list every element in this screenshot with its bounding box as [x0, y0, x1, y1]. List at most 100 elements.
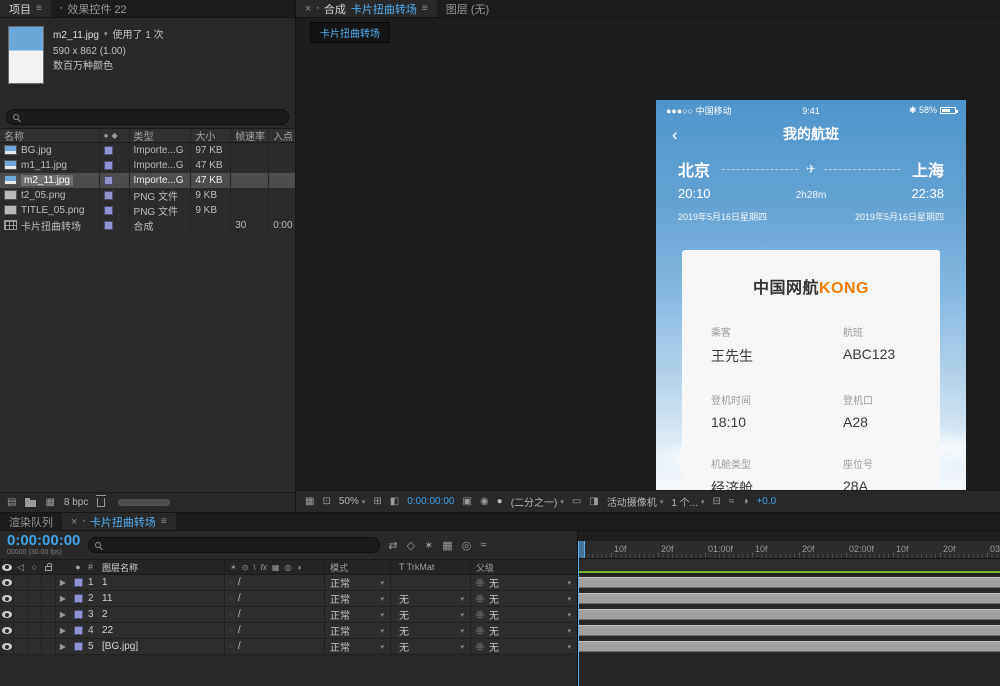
time-ruler[interactable]: 10f20f01:00f10f20f02:00f10f20f03:0 — [578, 541, 1000, 559]
layer-row[interactable]: ▶ 3 2 ▫/ 正常▾ 无▾ ◎ 无▾ — [0, 607, 577, 623]
label-color-swatch[interactable] — [104, 146, 113, 155]
new-composition-icon[interactable]: ▦ — [45, 497, 54, 508]
eye-toggle[interactable] — [0, 575, 14, 590]
blend-mode-select[interactable]: 正常▾ — [324, 591, 390, 606]
label-color-swatch[interactable] — [104, 176, 113, 185]
layer-duration-bar[interactable] — [578, 593, 1000, 604]
col-trkmat[interactable]: T TrkMat — [390, 560, 470, 574]
tab-composition[interactable]: × ▪ 合成 卡片扭曲转场 ≡ — [296, 0, 437, 17]
pixel-aspect-icon[interactable]: ⊟ — [713, 496, 721, 507]
solo-toggle[interactable] — [28, 575, 42, 590]
layer-track[interactable] — [578, 639, 1000, 655]
quality-switch[interactable]: / — [238, 593, 241, 604]
exposure-icon[interactable]: ◑ — [742, 496, 748, 507]
blend-mode-select[interactable]: 正常▾ — [324, 575, 390, 590]
file-row[interactable]: 卡片扭曲转场 合成 30 0:00 — [0, 218, 295, 233]
col-layer-number[interactable]: # — [86, 562, 102, 572]
layer-switches[interactable]: ▫/ — [224, 623, 324, 638]
solo-toggle[interactable] — [28, 639, 42, 654]
file-row[interactable]: m1_11.jpg Importe...G 47 KB — [0, 158, 295, 173]
lock-toggle[interactable] — [42, 575, 56, 590]
draft-3d-icon[interactable]: ◇ — [407, 539, 415, 552]
quality-switch[interactable]: / — [238, 577, 241, 588]
tab-project[interactable]: 项目 ≡ — [0, 0, 51, 17]
layer-switches[interactable]: ▫/ — [224, 575, 324, 590]
mask-visibility-icon[interactable]: ◧ — [390, 496, 399, 507]
layer-duration-bar[interactable] — [578, 625, 1000, 636]
chevron-down-icon[interactable]: ▾ — [104, 30, 108, 41]
project-bit-depth[interactable]: 8 bpc — [64, 497, 88, 508]
motion-blur-icon[interactable]: ◎ — [462, 539, 472, 552]
col-label[interactable]: ●◆ — [100, 129, 130, 142]
audio-column-icon[interactable]: ◁ — [14, 560, 28, 574]
tab-timeline-comp[interactable]: × ▪ 卡片扭曲转场 ≡ — [62, 513, 176, 530]
col-framerate[interactable]: 帧速率 — [231, 129, 269, 142]
close-icon[interactable]: × — [305, 3, 311, 15]
layer-color-swatch[interactable] — [74, 610, 83, 619]
layer-row[interactable]: ▶ 2 11 ▫/ 正常▾ 无▾ ◎ 无▾ — [0, 591, 577, 607]
hide-shy-icon[interactable]: ✶ — [424, 539, 433, 552]
frame-blend-icon[interactable]: ▦ — [442, 539, 452, 552]
comp-flowchart-button[interactable]: 卡片扭曲转场 — [310, 22, 390, 43]
file-row[interactable]: BG.jpg Importe...G 97 KB — [0, 143, 295, 158]
lock-toggle[interactable] — [42, 607, 56, 622]
label-color-swatch[interactable] — [104, 161, 113, 170]
mini-flowchart-icon[interactable]: ⇄ — [388, 539, 397, 552]
timeline-track-area[interactable]: 10f20f01:00f10f20f02:00f10f20f03:0 — [578, 531, 1000, 686]
quality-switch[interactable]: / — [238, 625, 241, 636]
layer-track[interactable] — [578, 607, 1000, 623]
preview-monitor-icon[interactable]: ⊡ — [322, 496, 330, 507]
parent-select[interactable]: 无▾ — [489, 575, 571, 590]
file-row[interactable]: m2_11.jpg Importe...G 47 KB — [0, 173, 295, 188]
col-name[interactable]: 名称 — [0, 129, 100, 142]
audio-toggle[interactable] — [14, 575, 28, 590]
pickwhip-icon[interactable]: ◎ — [476, 609, 484, 620]
parent-select[interactable]: 无▾ — [489, 607, 571, 622]
label-color-swatch[interactable] — [104, 191, 113, 200]
solo-toggle[interactable] — [28, 591, 42, 606]
delete-icon[interactable] — [97, 498, 105, 507]
comp-canvas[interactable]: ●●●○○ 中国移动 9:41 ✱ 58% ‹ 我的航班 北京 ✈ 上海 20:… — [656, 100, 966, 490]
solo-toggle[interactable] — [28, 623, 42, 638]
pickwhip-icon[interactable]: ◎ — [476, 625, 484, 636]
layer-row[interactable]: ▶ 4 22 ▫/ 正常▾ 无▾ ◎ 无▾ — [0, 623, 577, 639]
col-size[interactable]: 大小 — [191, 129, 231, 142]
layer-duration-bar[interactable] — [578, 609, 1000, 620]
channels-icon[interactable]: ● — [497, 496, 503, 507]
snapshot-icon[interactable]: ▣ — [462, 496, 471, 507]
twirl-icon[interactable]: ▶ — [56, 610, 70, 619]
quality-switch[interactable]: / — [238, 641, 241, 652]
new-folder-icon[interactable] — [25, 500, 36, 507]
solo-toggle[interactable] — [28, 607, 42, 622]
audio-toggle[interactable] — [14, 591, 28, 606]
panel-menu-icon[interactable]: ≡ — [161, 516, 167, 527]
layer-track[interactable] — [578, 591, 1000, 607]
timeline-search[interactable] — [88, 537, 380, 553]
audio-toggle[interactable] — [14, 607, 28, 622]
eye-toggle[interactable] — [0, 623, 14, 638]
close-icon[interactable]: × — [71, 516, 77, 528]
blend-mode-select[interactable]: 正常▾ — [324, 623, 390, 638]
layer-track[interactable] — [578, 575, 1000, 591]
layer-color-swatch[interactable] — [74, 594, 83, 603]
tab-layer[interactable]: 图层 (无) — [437, 0, 498, 17]
panel-menu-icon[interactable]: ≡ — [36, 3, 42, 14]
layer-row[interactable]: ▶ 5 [BG.jpg] ▫/ 正常▾ 无▾ ◎ 无▾ — [0, 639, 577, 655]
graph-editor-icon[interactable]: ≈ — [480, 539, 486, 552]
twirl-icon[interactable]: ▶ — [56, 626, 70, 635]
eye-toggle[interactable] — [0, 607, 14, 622]
col-layer-name[interactable]: 图层名称 — [102, 561, 224, 574]
transparency-grid-icon[interactable]: ▦ — [305, 496, 314, 507]
view-layout-select[interactable]: 1 个...▾ — [671, 494, 704, 509]
blend-mode-select[interactable]: 正常▾ — [324, 639, 390, 654]
interpret-footage-icon[interactable]: ▤ — [7, 497, 16, 508]
lock-toggle[interactable] — [42, 639, 56, 654]
show-snapshot-icon[interactable]: ◉ — [480, 496, 489, 507]
layer-duration-bar[interactable] — [578, 577, 1000, 588]
col-parent[interactable]: 父级 — [470, 560, 577, 574]
roi-icon[interactable]: ▭ — [572, 496, 581, 507]
parent-select[interactable]: 无▾ — [489, 591, 571, 606]
lock-toggle[interactable] — [42, 623, 56, 638]
parent-select[interactable]: 无▾ — [489, 623, 571, 638]
col-type[interactable]: 类型 — [130, 129, 192, 142]
